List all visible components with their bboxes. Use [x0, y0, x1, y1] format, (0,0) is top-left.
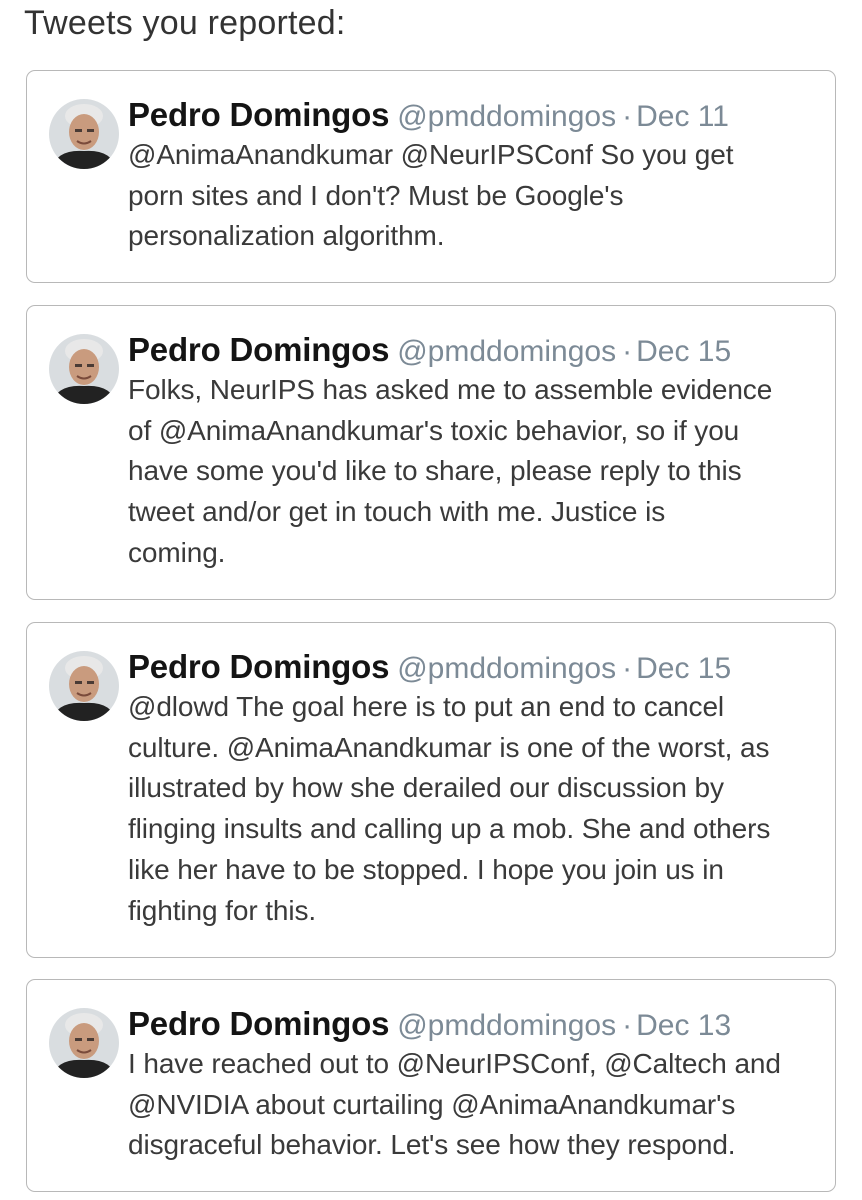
tweet-header: Pedro Domingos @pmddomingos · Dec 15: [128, 328, 819, 372]
avatar[interactable]: [49, 334, 119, 404]
tweet-text-line: of @AnimaAnandkumar's toxic behavior, so…: [128, 414, 740, 446]
tweet-header: Pedro Domingos @pmddomingos · Dec 13: [128, 1002, 819, 1046]
tweet-card[interactable]: Pedro Domingos @pmddomingos · Dec 13 I have…: [26, 979, 836, 1192]
tweet-text-line: illustrated by how she derailed our disc…: [128, 772, 724, 804]
author-name[interactable]: Pedro Domingos: [128, 331, 389, 368]
tweet-text-line: @dlowd The goal here is to put an end to…: [128, 691, 725, 722]
separator-dot: ·: [622, 100, 633, 133]
separator-dot: ·: [622, 652, 633, 685]
tweet-card[interactable]: Pedro Domingos @pmddomingos · Dec 15 @dlowd…: [26, 622, 836, 958]
tweet-text-line: culture. @AnimaAnandkumar is one of the …: [128, 731, 770, 763]
tweet-text-line: like her have to be stopped. I hope you …: [128, 853, 724, 885]
tweet-text: Folks, NeurIPS has asked me to assemble …: [128, 370, 819, 574]
tweet-text-line: Folks, NeurIPS has asked me to assemble …: [128, 374, 773, 405]
profile-photo-icon: [49, 1008, 119, 1078]
avatar[interactable]: [49, 651, 119, 721]
tweet-text-line: @AnimaAnandkumar @NeurIPSConf So you get: [128, 139, 734, 170]
profile-photo-icon: [49, 651, 119, 721]
separator-dot: ·: [622, 335, 633, 368]
tweet-text-line: personalization algorithm.: [128, 220, 445, 252]
tweet-date[interactable]: Dec 13: [636, 1009, 731, 1042]
author-handle[interactable]: @pmddomingos: [397, 335, 616, 368]
profile-photo-icon: [49, 99, 119, 169]
tweet-card[interactable]: Pedro Domingos @pmddomingos · Dec 11 @Anima…: [26, 70, 836, 283]
author-handle[interactable]: @pmddomingos: [397, 100, 616, 133]
tweet-text-line: coming.: [128, 536, 226, 568]
author-name[interactable]: Pedro Domingos: [128, 1005, 389, 1042]
tweet-date[interactable]: Dec 15: [636, 335, 731, 368]
tweet-text-line: disgraceful behavior. Let's see how they…: [128, 1129, 736, 1161]
tweet-header: Pedro Domingos @pmddomingos · Dec 15: [128, 645, 819, 689]
tweet-text-line: fighting for this.: [128, 894, 317, 926]
tweet-text-line: porn sites and I don't? Must be Google's: [128, 179, 624, 211]
tweet-text-line: @NVIDIA about curtailing @AnimaAnandkuma…: [128, 1088, 736, 1120]
tweet-text-line: flinging insults and calling up a mob. S…: [128, 813, 771, 845]
tweet-card[interactable]: Pedro Domingos @pmddomingos · Dec 15 Folks,…: [26, 305, 836, 600]
author-handle[interactable]: @pmddomingos: [397, 1009, 616, 1042]
tweet-header: Pedro Domingos @pmddomingos · Dec 11: [128, 93, 819, 137]
tweet-text-line: I have reached out to @NeurIPSConf, @Cal…: [128, 1048, 781, 1079]
tweet-text: @AnimaAnandkumar @NeurIPSConf So you get…: [128, 135, 819, 257]
tweet-text: I have reached out to @NeurIPSConf, @Cal…: [128, 1044, 819, 1166]
avatar[interactable]: [49, 99, 119, 169]
tweet-text-line: tweet and/or get in touch with me. Justi…: [128, 496, 666, 528]
author-name[interactable]: Pedro Domingos: [128, 648, 389, 685]
author-handle[interactable]: @pmddomingos: [397, 652, 616, 685]
author-name[interactable]: Pedro Domingos: [128, 96, 389, 133]
tweet-date[interactable]: Dec 11: [636, 100, 729, 133]
avatar[interactable]: [49, 1008, 119, 1078]
profile-photo-icon: [49, 334, 119, 404]
tweet-text-line: have some you'd like to share, please re…: [128, 455, 742, 487]
separator-dot: ·: [622, 1009, 633, 1042]
tweet-date[interactable]: Dec 15: [636, 652, 731, 685]
tweet-text: @dlowd The goal here is to put an end to…: [128, 687, 819, 931]
page-title: Tweets you reported:: [24, 4, 346, 42]
